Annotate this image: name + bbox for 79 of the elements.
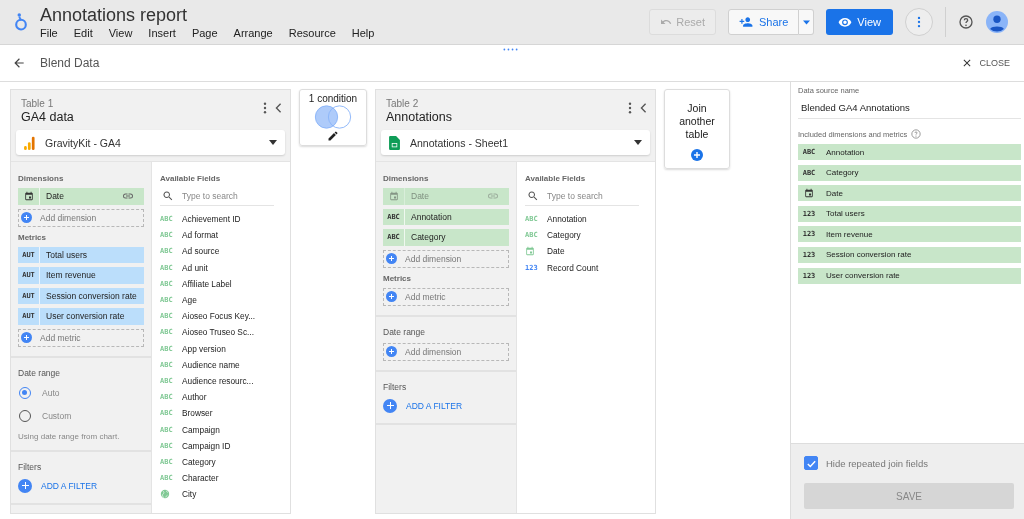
join-table-card[interactable]: Join another table <box>664 89 730 169</box>
table-name[interactable]: GA4 data <box>21 110 263 124</box>
dimension-chip[interactable]: Date <box>18 188 144 205</box>
venn-icon <box>312 104 354 130</box>
section-label: Dimensions <box>18 174 65 183</box>
add-metric-field[interactable]: Add metric <box>383 287 509 306</box>
dropdown-caret-icon <box>634 140 642 145</box>
search-icon <box>527 190 539 202</box>
search-field[interactable]: Type to search <box>547 191 637 201</box>
eye-icon <box>838 15 853 29</box>
section-label: Available Fields <box>525 174 587 183</box>
table-name[interactable]: Annotations <box>386 110 628 124</box>
pencil-icon[interactable] <box>327 130 339 142</box>
link-icon <box>487 193 499 200</box>
section-label: Date range <box>18 367 62 378</box>
close-button[interactable]: CLOSE <box>961 57 1010 69</box>
join-condition-card[interactable]: 1 condition <box>299 89 367 146</box>
section-label: Metrics <box>18 232 47 242</box>
add-dimension-field[interactable]: Add dimension <box>383 342 509 361</box>
section-label: Dimensions <box>383 174 430 183</box>
menu-item[interactable]: File <box>40 27 58 39</box>
report-title: Annotations report <box>40 5 189 25</box>
spreadsheet-icon <box>389 135 400 150</box>
checkbox[interactable] <box>804 456 818 470</box>
menu-item[interactable]: Help <box>351 27 375 39</box>
page-title: Blend Data <box>40 56 100 70</box>
section-label: Date range <box>383 326 427 337</box>
calendar-icon <box>525 246 535 257</box>
add-dimension-field[interactable]: Add dimension <box>383 249 509 268</box>
share-button[interactable]: Share <box>728 9 800 35</box>
menu-item[interactable]: Edit <box>73 27 93 39</box>
view-button[interactable]: View <box>826 9 893 35</box>
field-item[interactable]: City <box>160 486 284 503</box>
menu-item[interactable]: Resource <box>288 27 336 39</box>
checkbox-label[interactable]: Hide repeated join fields <box>826 457 928 469</box>
data-source-name-field[interactable]: Blended GA4 Annotations <box>798 95 1021 119</box>
search-field[interactable]: Type to search <box>182 191 272 201</box>
add-filter-button[interactable]: ADD A FILTER <box>18 477 98 494</box>
chevron-left-icon[interactable] <box>275 103 282 113</box>
join-label: Join another table <box>678 102 716 141</box>
add-metric-field[interactable]: Add metric <box>18 328 144 347</box>
section-label: Metrics <box>383 273 412 283</box>
data-source-dropdown[interactable]: Annotations - Sheet1 <box>381 130 650 155</box>
table-caption: Table 1 <box>21 98 55 109</box>
date-range-note: Using date range from chart. <box>18 431 121 441</box>
field-item[interactable]: Date <box>525 243 649 260</box>
globe-icon <box>160 489 170 500</box>
link-icon <box>122 193 134 200</box>
share-menu-button[interactable] <box>799 9 815 35</box>
back-arrow-icon[interactable] <box>12 56 26 70</box>
section-label: Available Fields <box>160 174 222 183</box>
calendar-icon <box>388 191 399 202</box>
search-icon <box>162 190 174 202</box>
menu-item[interactable]: Page <box>191 27 218 39</box>
drag-handle-icon[interactable] <box>503 48 518 51</box>
add-dimension-field[interactable]: Add dimension <box>18 208 144 227</box>
add-person-icon <box>739 15 753 29</box>
chevron-left-icon[interactable] <box>640 103 647 113</box>
included-field[interactable]: Date <box>798 185 1021 202</box>
section-label: Filters <box>18 461 43 472</box>
dropdown-caret-icon <box>269 140 277 145</box>
section-label: Filters <box>383 381 408 392</box>
logo-icon <box>14 12 28 32</box>
data-source-dropdown[interactable]: GravityKit - GA4 <box>16 130 285 155</box>
bar-chart-icon <box>24 135 35 150</box>
menu-item[interactable]: View <box>108 27 133 39</box>
help-icon[interactable] <box>958 14 974 30</box>
avatar-icon[interactable] <box>986 11 1008 33</box>
kebab-icon[interactable] <box>628 102 632 114</box>
calendar-icon <box>804 188 814 199</box>
condition-label: 1 condition <box>308 93 358 104</box>
add-icon <box>691 149 703 161</box>
table-caption: Table 2 <box>386 98 420 109</box>
add-filter-button[interactable]: ADD A FILTER <box>383 397 463 414</box>
caret-icon <box>802 19 810 25</box>
menu-item[interactable]: Insert <box>148 27 176 39</box>
calendar-icon <box>23 191 34 202</box>
kebab-icon[interactable] <box>263 102 267 114</box>
menu-item[interactable]: Arrange <box>233 27 273 39</box>
